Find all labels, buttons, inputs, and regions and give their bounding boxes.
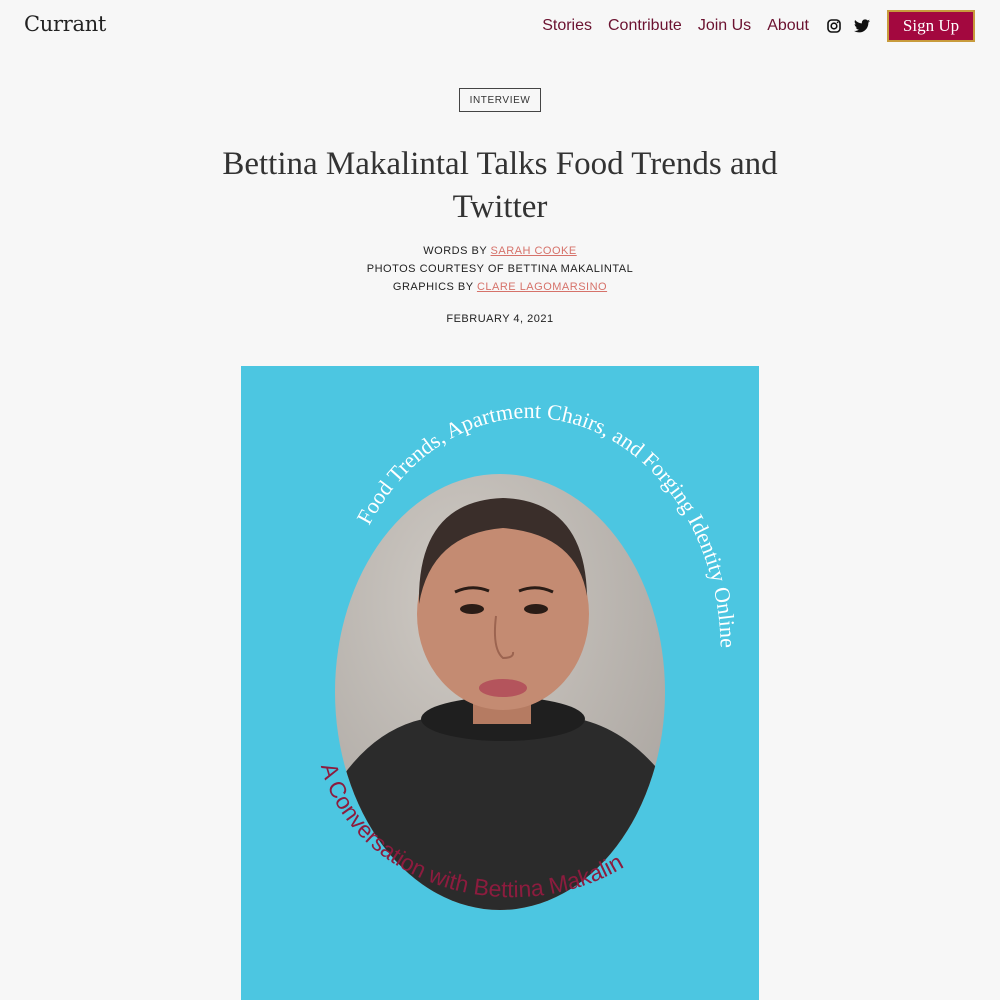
portrait-eye-right bbox=[524, 604, 548, 614]
article-credits: WORDS BY SARAH COOKE PHOTOS COURTESY OF … bbox=[300, 242, 700, 296]
main-nav: Stories Contribute Join Us About Sign Up bbox=[542, 10, 975, 42]
credit-photos: PHOTOS COURTESY OF BETTINA MAKALINTAL bbox=[366, 263, 634, 275]
credit-graphics: GRAPHICS BY CLARE LAGOMARSINO bbox=[300, 278, 700, 296]
hero-graphic: Food Trends, Apartment Chairs, and Forgi… bbox=[241, 366, 759, 1000]
sign-up-button[interactable]: Sign Up bbox=[887, 10, 975, 42]
author-link-sarah-cooke[interactable]: SARAH COOKE bbox=[491, 245, 577, 257]
portrait-eye-left bbox=[460, 604, 484, 614]
twitter-icon[interactable] bbox=[853, 17, 871, 35]
credit-graphics-prefix: GRAPHICS BY bbox=[392, 281, 474, 293]
nav-join-us[interactable]: Join Us bbox=[698, 17, 751, 35]
hero-illustration: Food Trends, Apartment Chairs, and Forgi… bbox=[241, 366, 741, 910]
credit-words-prefix: WORDS BY bbox=[423, 245, 487, 257]
nav-about[interactable]: About bbox=[767, 17, 809, 35]
author-link-clare-lagomarsino[interactable]: CLARE LAGOMARSINO bbox=[477, 281, 607, 293]
instagram-icon[interactable] bbox=[825, 17, 843, 35]
portrait-lips bbox=[479, 679, 527, 697]
site-logo[interactable]: Currant bbox=[24, 12, 106, 36]
category-tag[interactable]: INTERVIEW bbox=[459, 88, 541, 112]
credit-words: WORDS BY SARAH COOKE bbox=[300, 242, 700, 260]
nav-contribute[interactable]: Contribute bbox=[608, 17, 682, 35]
nav-stories[interactable]: Stories bbox=[542, 17, 592, 35]
site-header: Currant Stories Contribute Join Us About… bbox=[0, 0, 1000, 56]
publish-date: FEBRUARY 4, 2021 bbox=[446, 313, 554, 325]
article-title: Bettina Makalintal Talks Food Trends and… bbox=[222, 146, 778, 225]
